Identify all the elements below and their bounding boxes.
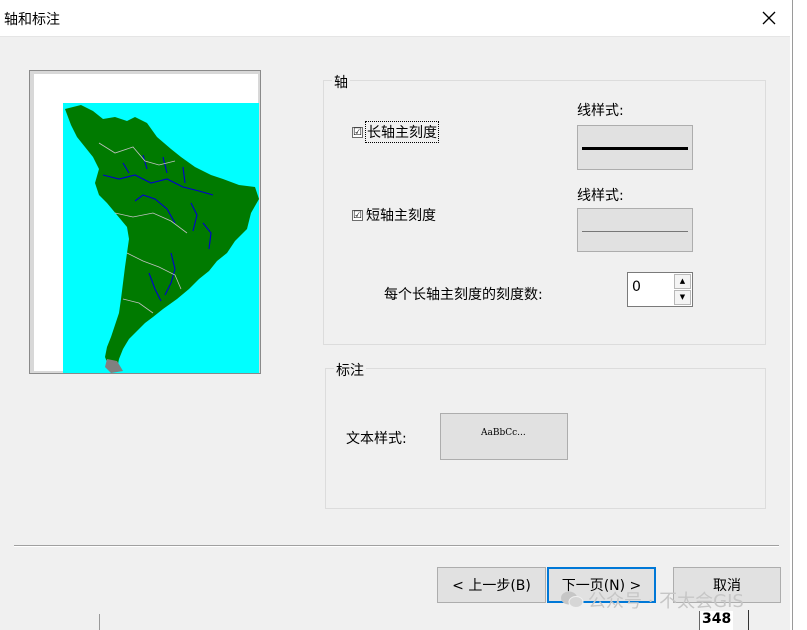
annotation-group-label: 标注	[334, 360, 366, 380]
minor-line-style-button[interactable]	[577, 208, 693, 252]
spin-up-button[interactable]: ▲	[674, 274, 691, 289]
ticks-per-major-label: 每个长轴主刻度的刻度数:	[384, 287, 543, 303]
spin-down-button[interactable]: ▼	[674, 290, 691, 305]
text-style-label: 文本样式:	[346, 431, 407, 447]
close-icon	[762, 11, 776, 25]
minor-tick-checkbox[interactable]: ☑ 短轴主刻度	[352, 205, 436, 225]
spin-up-icon: ▲	[679, 277, 686, 285]
major-line-style-label: 线样式:	[577, 103, 624, 119]
axis-group-label: 轴	[332, 72, 350, 92]
background-window-edge	[790, 0, 807, 630]
text-style-sample: AaBbCc...	[481, 428, 526, 438]
major-line-sample	[582, 147, 688, 150]
close-button[interactable]	[754, 4, 784, 32]
ticks-per-major-stepper[interactable]: 0 ▲ ▼	[627, 272, 693, 307]
major-tick-checkbox[interactable]: ☑ 长轴主刻度	[352, 121, 439, 143]
spin-down-icon: ▼	[679, 293, 686, 301]
background-window-line	[748, 610, 749, 630]
text-style-button[interactable]: AaBbCc...	[440, 413, 568, 460]
minor-tick-label: 短轴主刻度	[366, 208, 436, 224]
check-icon: ☑	[352, 209, 363, 221]
watermark-text: 公众号 · 不太会GIS	[588, 591, 744, 612]
major-line-style-button[interactable]	[577, 125, 693, 170]
back-button[interactable]: < 上一步(B)	[437, 567, 546, 603]
minor-line-style-label: 线样式:	[577, 188, 624, 204]
background-window-line	[99, 614, 100, 630]
separator-highlight	[14, 546, 779, 547]
background-number: 348	[699, 611, 733, 630]
wechat-icon	[561, 591, 584, 608]
minor-line-sample	[582, 231, 688, 232]
ticks-per-major-value[interactable]: 0	[632, 279, 641, 295]
major-tick-label: 长轴主刻度	[365, 121, 439, 143]
map-preview	[29, 70, 261, 374]
check-icon: ☑	[352, 126, 363, 138]
title-bar: 轴和标注	[0, 0, 790, 37]
south-america-map	[63, 103, 259, 373]
window-title: 轴和标注	[4, 12, 60, 28]
watermark: 公众号 · 不太会GIS	[560, 587, 744, 613]
